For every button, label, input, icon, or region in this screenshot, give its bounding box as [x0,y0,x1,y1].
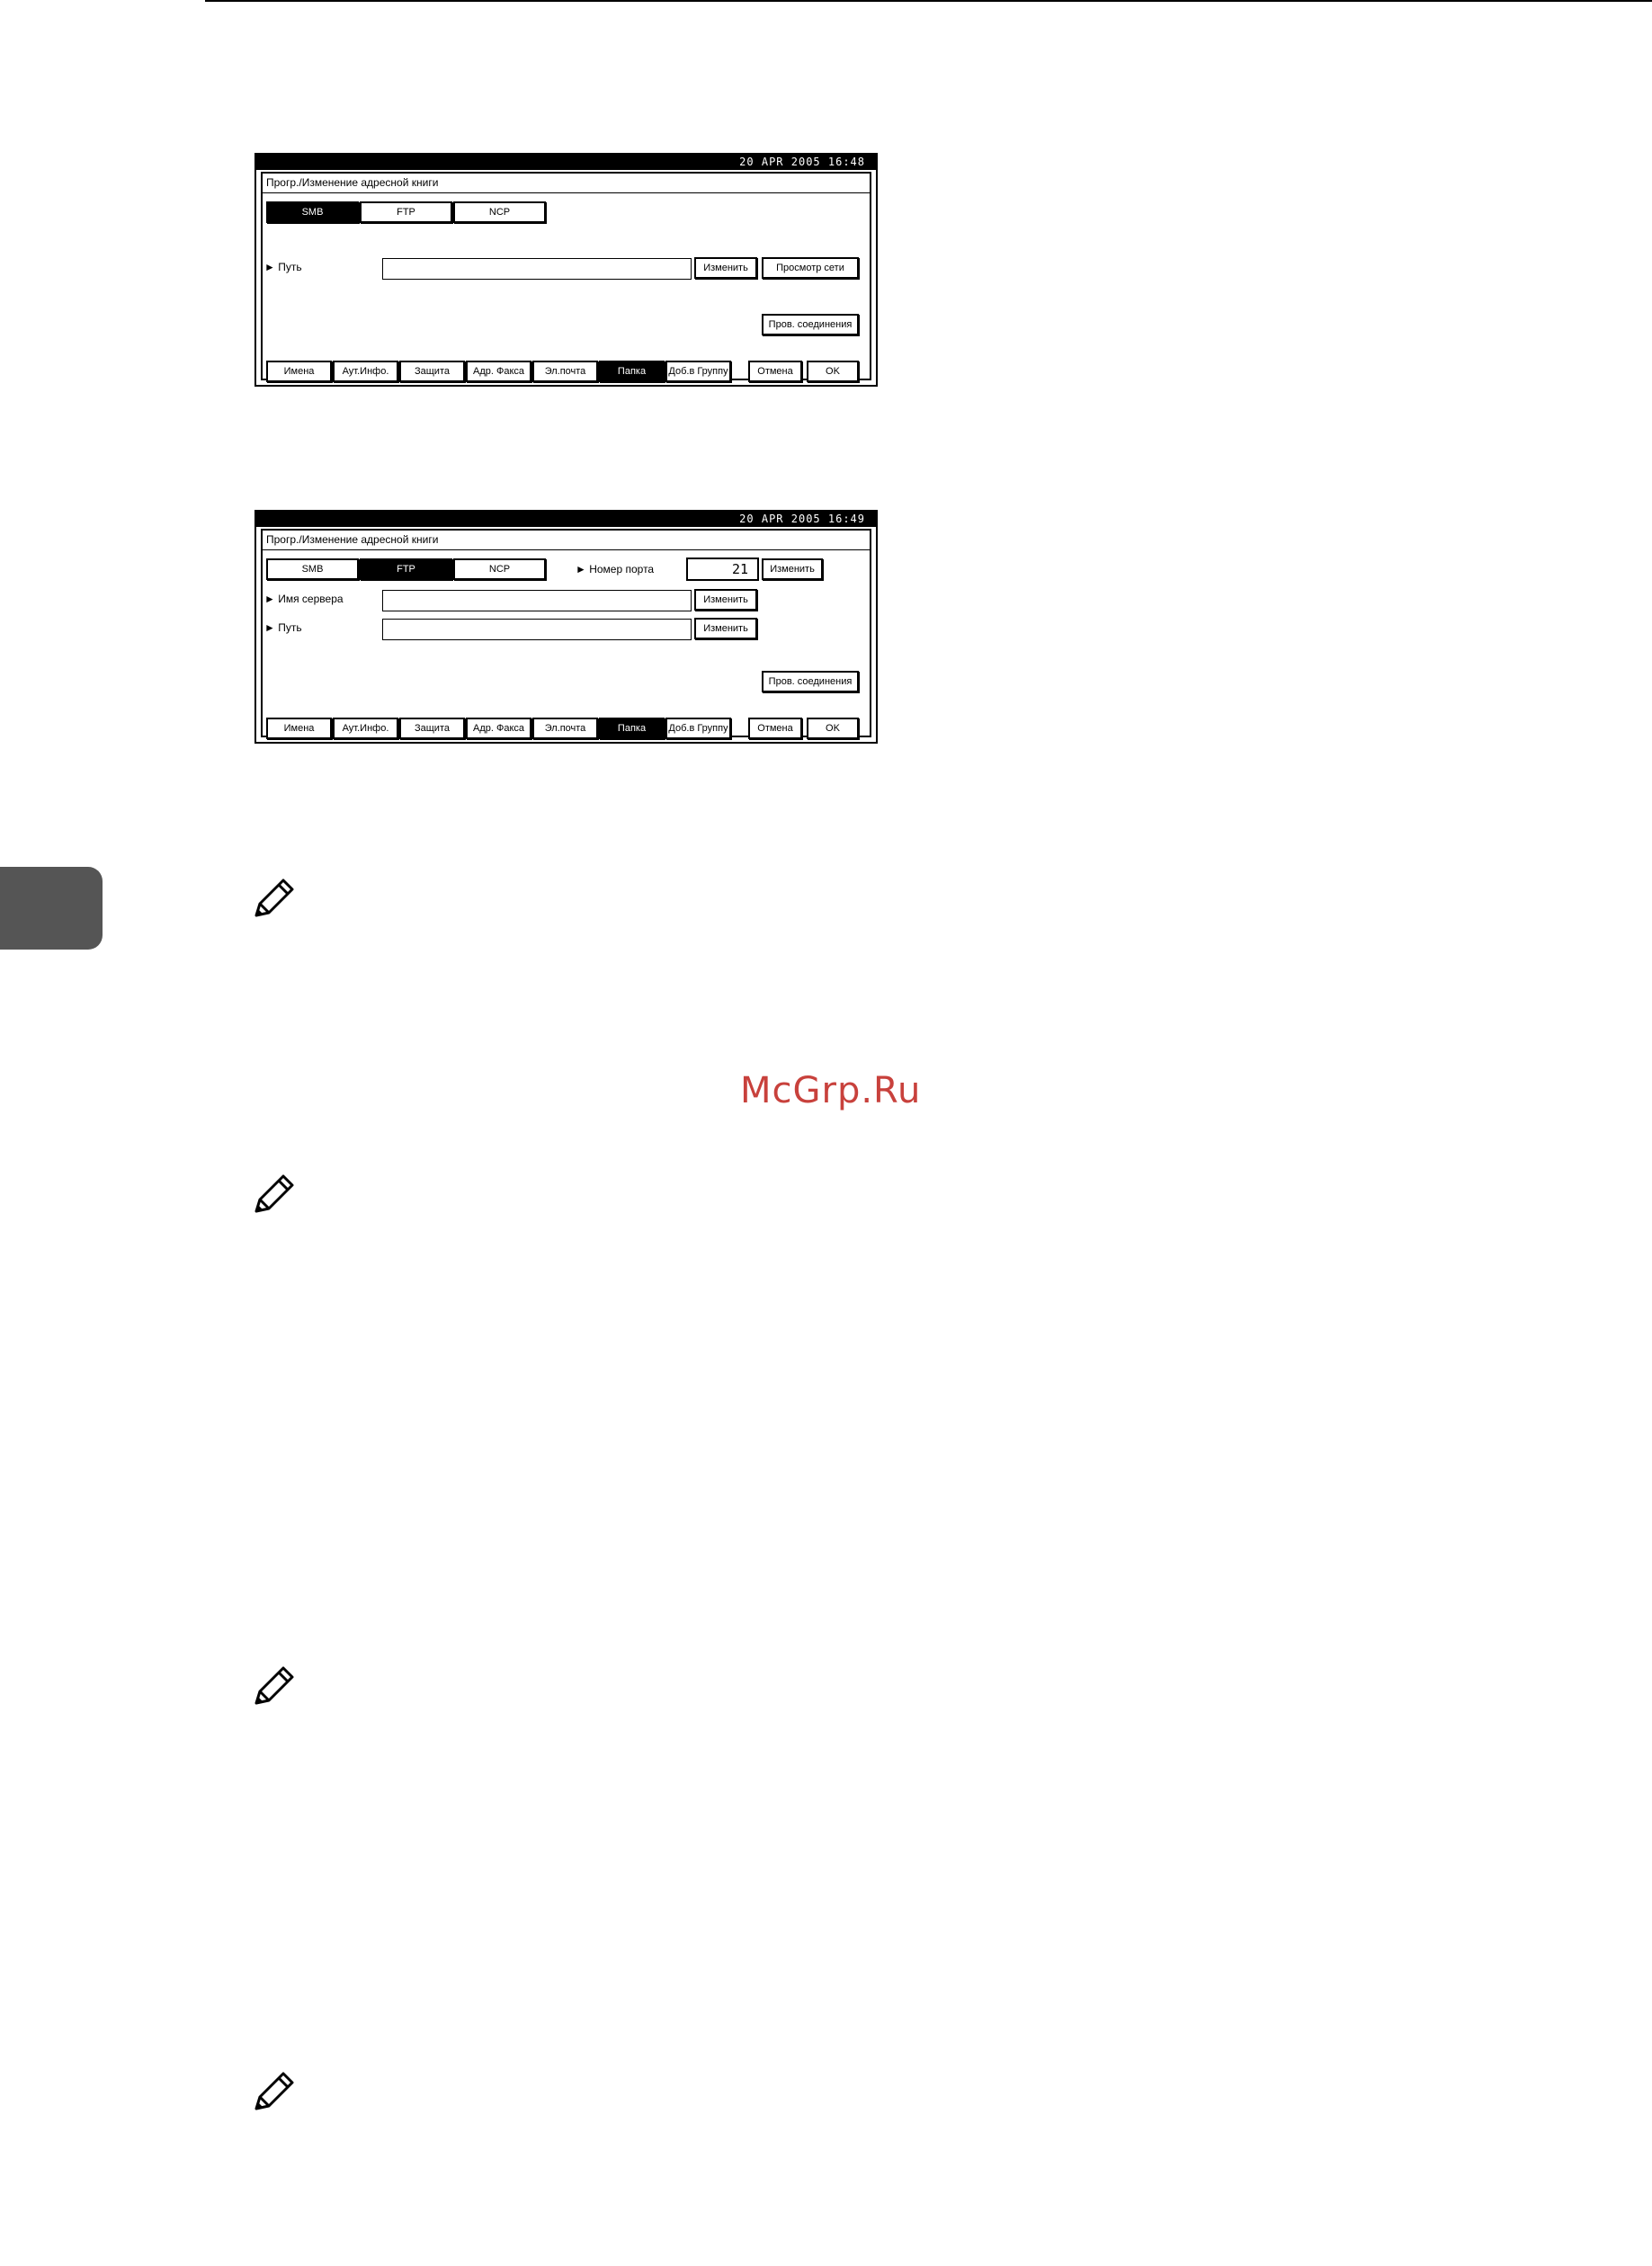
tab-auth-info[interactable]: Аут.Инфо. [333,361,398,382]
connection-test-button[interactable]: Пров. соединения [762,671,859,692]
tab-protection[interactable]: Защита [399,718,465,739]
cancel-button[interactable]: Отмена [748,361,802,382]
protocol-ncp-button[interactable]: NCP [453,558,546,580]
tab-auth-info[interactable]: Аут.Инфо. [333,718,398,739]
protocol-ftp-button[interactable]: FTP [360,558,452,580]
ok-button[interactable]: OK [807,361,859,382]
tab-protection[interactable]: Защита [399,361,465,382]
port-label: ► Номер порта [576,563,655,575]
port-number-display: 21 [686,558,759,581]
protocol-ftp-button[interactable]: FTP [360,201,452,223]
server-name-input[interactable] [382,590,692,611]
change-path-button[interactable]: Изменить [694,257,757,279]
panel-title: Прогр./Изменение адресной книги [266,533,439,546]
path-label: ► Путь [264,261,302,273]
panel-body: Прогр./Изменение адресной книги SMB FTP … [261,172,871,382]
tab-names[interactable]: Имена [266,361,332,382]
path-input[interactable] [382,258,692,280]
path-label-text: Путь [278,621,302,634]
protocol-smb-button[interactable]: SMB [266,558,359,580]
page-top-rule [205,0,1652,2]
tab-fax-address[interactable]: Адр. Факса [466,718,531,739]
panel-title: Прогр./Изменение адресной книги [266,176,439,189]
server-name-label-text: Имя сервера [278,593,344,605]
tab-fax-address[interactable]: Адр. Факса [466,361,531,382]
path-label: ► Путь [264,621,302,634]
title-divider [263,549,870,550]
change-path-button[interactable]: Изменить [694,618,757,639]
title-divider [263,192,870,193]
change-port-button[interactable]: Изменить [762,558,823,580]
address-book-panel-smb: 20 APR 2005 16:48 Прогр./Изменение адрес… [254,153,878,387]
panel-body: Прогр./Изменение адресной книги SMB FTP … [261,529,871,739]
connection-test-button[interactable]: Пров. соединения [762,314,859,335]
note-pencil-icon [254,2072,294,2110]
browse-network-button[interactable]: Просмотр сети [762,257,859,279]
address-book-panel-ftp: 20 APR 2005 16:49 Прогр./Изменение адрес… [254,510,878,744]
tab-names[interactable]: Имена [266,718,332,739]
tab-add-to-group[interactable]: Доб.в Группу [665,361,731,382]
panel-header: 20 APR 2005 16:48 [256,155,876,170]
path-input[interactable] [382,619,692,640]
note-pencil-icon [254,1174,294,1213]
tab-email[interactable]: Эл.почта [532,361,598,382]
tab-email[interactable]: Эл.почта [532,718,598,739]
tab-add-to-group[interactable]: Доб.в Группу [665,718,731,739]
datetime: 20 APR 2005 16:49 [739,513,865,525]
change-server-button[interactable]: Изменить [694,589,757,611]
cancel-button[interactable]: Отмена [748,718,802,739]
protocol-smb-button[interactable]: SMB [266,201,359,223]
note-pencil-icon [254,879,294,917]
protocol-ncp-button[interactable]: NCP [453,201,546,223]
chapter-tab [0,867,103,950]
panel-header: 20 APR 2005 16:49 [256,512,876,527]
watermark: McGrp.Ru [740,1070,922,1111]
datetime: 20 APR 2005 16:48 [739,156,865,168]
tab-folder[interactable]: Папка [599,718,665,739]
port-label-text: Номер порта [589,563,655,575]
ok-button[interactable]: OK [807,718,859,739]
path-label-text: Путь [278,261,302,273]
tab-folder[interactable]: Папка [599,361,665,382]
server-name-label: ► Имя сервера [264,593,344,605]
note-pencil-icon [254,1666,294,1705]
